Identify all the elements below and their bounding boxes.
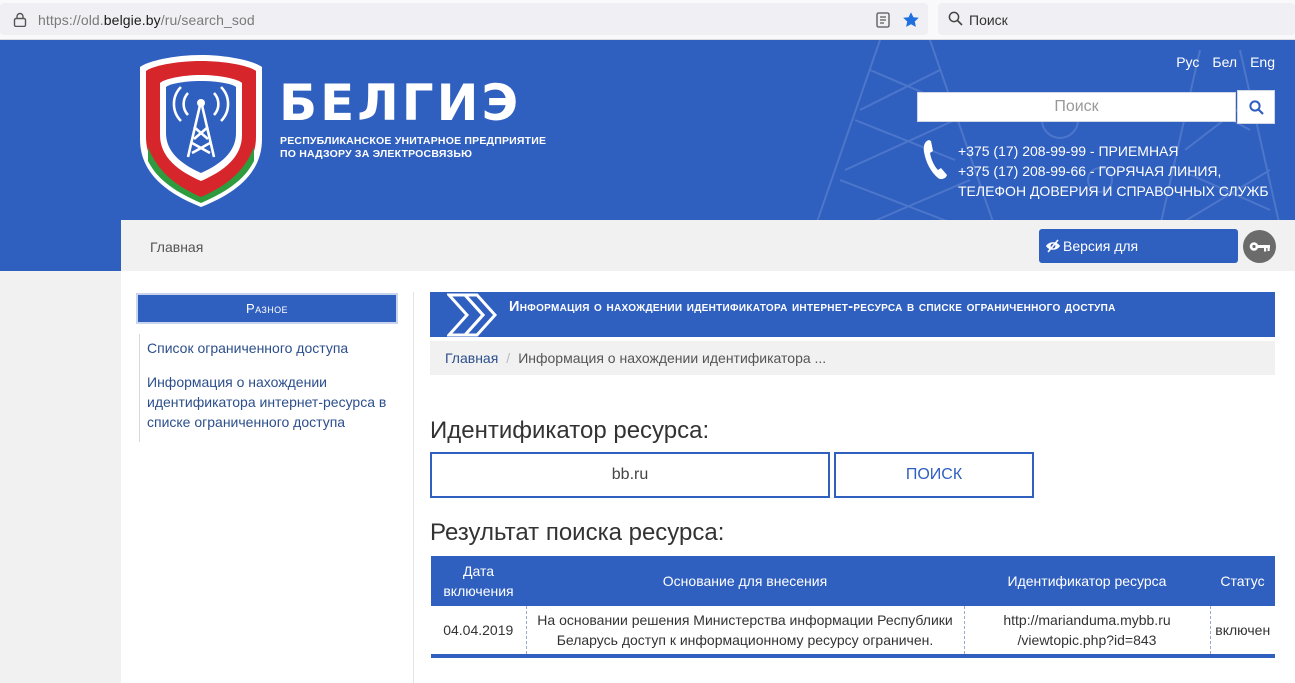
nav-home-link[interactable]: Главная: [150, 239, 203, 255]
site-search-input[interactable]: Поиск: [917, 92, 1236, 122]
logo-shield-icon: [140, 55, 262, 207]
low-vision-button[interactable]: Версия для слабовидящих: [1039, 229, 1238, 288]
language-switcher: Рус Бел Eng: [1176, 54, 1275, 70]
cell-status: включен: [1209, 606, 1275, 658]
browser-search-box[interactable]: Поиск: [938, 3, 1295, 35]
cell-date: 04.04.2019: [431, 606, 526, 658]
bookmark-star-icon[interactable]: [902, 11, 920, 29]
browser-search-placeholder: Поиск: [969, 12, 1008, 28]
contact-phones: +375 (17) 208-99-99 - ПРИЕМНАЯ +375 (17)…: [958, 141, 1269, 201]
url-text: https://old.belgie.by/ru/search_sod: [38, 12, 255, 28]
breadcrumb-current: Информация о нахождении идентификатора .…: [518, 350, 827, 366]
logo-title[interactable]: БЕЛГИЭ: [279, 73, 521, 133]
key-icon: [1249, 242, 1270, 252]
results-table: Дата включения Основание для внесения Ид…: [431, 556, 1275, 658]
lang-en[interactable]: Eng: [1250, 54, 1275, 70]
phone-reception: +375 (17) 208-99-99 - ПРИЕМНАЯ: [958, 143, 1179, 159]
phone-hotline: +375 (17) 208-99-66 - ГОРЯЧАЯ ЛИНИЯ,: [958, 163, 1222, 179]
cell-identifier: http://marianduma.mybb.ru /viewtopic.php…: [963, 606, 1210, 658]
breadcrumb: Главная / Информация о нахождении идентифи…: [430, 341, 1275, 375]
phone-icon: [923, 140, 947, 180]
page-title: Информация о нахождении идентификатора и…: [509, 299, 1116, 315]
table-header-row: Дата включения Основание для внесения Ид…: [431, 556, 1275, 606]
col-header-date: Дата включения: [431, 556, 526, 606]
result-label: Результат поиска ресурса:: [430, 519, 725, 546]
sidebar-divider: [413, 292, 414, 683]
breadcrumb-separator: /: [506, 350, 511, 366]
double-chevron-icon: [447, 293, 498, 337]
identifier-label: Идентификатор ресурса:: [430, 417, 710, 444]
sidebar-links: Список ограниченного доступа Информация …: [139, 334, 399, 442]
login-key-button[interactable]: [1243, 230, 1276, 263]
sidebar-title: Разное: [136, 293, 398, 324]
search-icon: [1249, 100, 1264, 115]
cell-basis: На основании решения Министерства информ…: [525, 606, 964, 658]
eye-icon: [1046, 239, 1060, 253]
search-button[interactable]: ПОИСК: [834, 452, 1034, 498]
reader-view-icon[interactable]: [876, 12, 890, 28]
col-header-status: Статус: [1210, 556, 1275, 606]
breadcrumb-home[interactable]: Главная: [445, 350, 498, 366]
sidebar-item-restricted-list[interactable]: Список ограниченного доступа: [140, 334, 399, 362]
table-row: 04.04.2019 На основании решения Министер…: [431, 606, 1275, 658]
lang-ru[interactable]: Рус: [1176, 54, 1199, 70]
search-icon: [948, 11, 963, 26]
col-header-identifier: Идентификатор ресурса: [964, 556, 1210, 606]
browser-toolbar: https://old.belgie.by/ru/search_sod Поис…: [0, 0, 1295, 40]
lock-icon: [13, 12, 27, 27]
identifier-input[interactable]: bb.ru: [430, 452, 830, 498]
col-header-basis: Основание для внесения: [526, 556, 964, 606]
phone-hotline-continued: ТЕЛЕФОН ДОВЕРИЯ И СПРАВОЧНЫХ СЛУЖБ: [958, 183, 1269, 199]
sidebar-item-identifier-info[interactable]: Информация о нахождении идентификатора и…: [140, 368, 399, 436]
site-search-button[interactable]: [1237, 90, 1275, 124]
lang-be[interactable]: Бел: [1212, 54, 1237, 70]
logo-subtitle: Республиканское унитарное предприятие по…: [280, 135, 547, 160]
address-bar[interactable]: https://old.belgie.by/ru/search_sod: [0, 3, 928, 35]
